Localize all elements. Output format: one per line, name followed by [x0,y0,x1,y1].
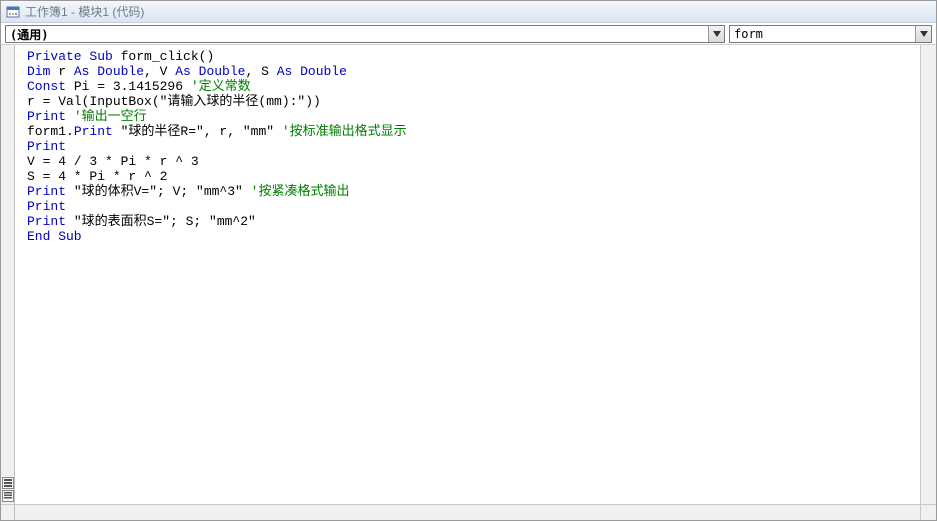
horizontal-scrollbar[interactable] [15,504,920,520]
full-module-view-button[interactable] [2,490,14,502]
vertical-scrollbar[interactable] [920,45,936,504]
object-dropdown[interactable]: (通用) [5,25,725,43]
view-gutter [1,45,15,504]
scroll-corner [920,504,936,520]
gutter-corner [1,504,15,520]
procedure-dropdown[interactable]: form [729,25,932,43]
editor-body: Private Sub form_click() Dim r As Double… [1,45,936,504]
code-text[interactable]: Private Sub form_click() Dim r As Double… [15,45,920,248]
procedure-dropdown-value: form [730,27,915,41]
object-procedure-selectors: (通用) form [1,23,936,45]
chevron-down-icon[interactable] [708,26,724,42]
procedure-view-button[interactable] [2,477,14,489]
titlebar[interactable]: 工作簿1 - 模块1 (代码) [1,1,936,23]
bottom-scroll-row [1,504,936,520]
vba-code-window: 工作簿1 - 模块1 (代码) (通用) form Private Sub fo… [0,0,937,521]
code-editor[interactable]: Private Sub form_click() Dim r As Double… [15,45,920,504]
object-dropdown-value: (通用) [6,26,708,43]
chevron-down-icon[interactable] [915,26,931,42]
window-title: 工作簿1 - 模块1 (代码) [25,3,144,20]
module-icon [5,4,21,20]
